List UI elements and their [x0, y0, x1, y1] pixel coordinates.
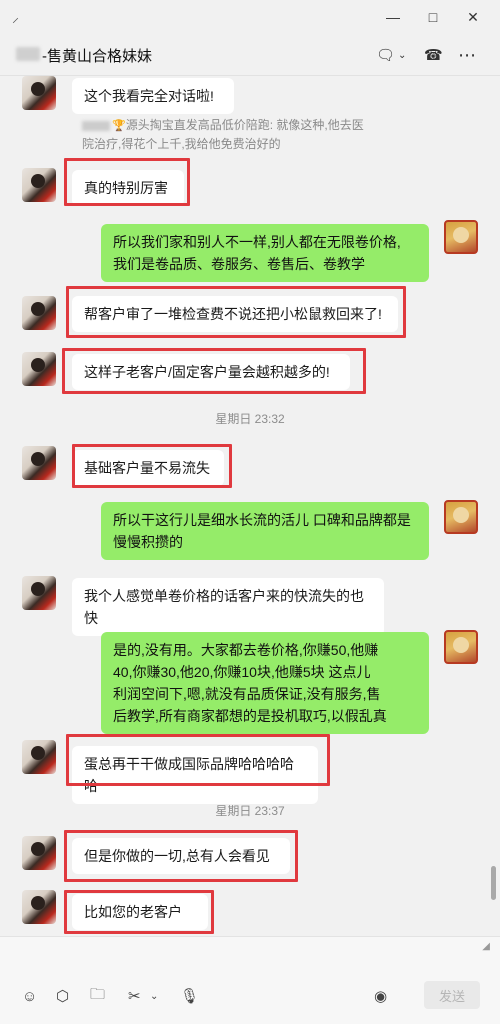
timestamp: 星期日 23:32: [215, 412, 285, 426]
avatar[interactable]: [22, 576, 56, 610]
chevron-down-icon[interactable]: ⌄: [150, 985, 158, 1007]
message-bubble[interactable]: 所以我们家和别人不一样,别人都在无限卷价格, 我们是卷品质、卷服务、卷售后、卷教…: [101, 224, 429, 282]
minimize-icon[interactable]: —: [380, 5, 406, 29]
avatar[interactable]: [22, 76, 56, 110]
close-icon[interactable]: ✕: [460, 5, 486, 29]
phone-icon[interactable]: ☎: [424, 44, 443, 66]
quote-line-1: 源头掏宝直发高品低价陪跑: 就像这种,他去医: [125, 118, 364, 132]
emoji-icon[interactable]: ☺: [22, 985, 37, 1007]
message-bubble[interactable]: 基础客户量不易流失: [72, 450, 224, 486]
message-bubble[interactable]: 帮客户审了一堆检查费不说还把小松鼠救回来了!: [72, 296, 398, 332]
avatar[interactable]: [444, 220, 478, 254]
send-button[interactable]: 发送: [424, 981, 480, 1009]
message-bubble[interactable]: 我个人感觉单卷价格的话客户来的快流失的也快: [72, 578, 384, 636]
microphone-icon[interactable]: 🎙: [180, 985, 199, 1007]
message-bubble[interactable]: 这个我看完全对话啦!: [72, 78, 234, 114]
quote-avatar-blur: [82, 120, 110, 131]
avatar[interactable]: [22, 446, 56, 480]
folder-icon[interactable]: 🗀: [90, 985, 105, 1007]
message-input-area[interactable]: ◢ ☺ ⬡ 🗀 ✂ ⌄ 🎙 ◉ 发送: [0, 936, 500, 1024]
chat-icon[interactable]: 🗨: [376, 44, 395, 66]
resize-grip-icon[interactable]: ◢: [482, 941, 490, 952]
timestamp: 星期日 23:37: [215, 804, 285, 818]
trophy-icon: 🏆: [112, 120, 126, 132]
chevron-down-icon[interactable]: ⌄: [398, 44, 406, 66]
avatar[interactable]: [444, 630, 478, 664]
quote-line-2: 院治疗,得花个上千,我给他免费治好的: [82, 137, 281, 151]
more-icon[interactable]: ⋯: [458, 44, 477, 66]
avatar[interactable]: [22, 740, 56, 774]
message-bubble[interactable]: 真的特别厉害: [72, 170, 184, 206]
maximize-icon[interactable]: □: [420, 5, 446, 29]
pin-icon[interactable]: ⸝: [12, 8, 19, 27]
message-bubble[interactable]: 是的,没有用。大家都去卷价格,你赚50,他赚 40,你赚30,他20,你赚10块…: [101, 632, 429, 734]
message-bubble[interactable]: 这样子老客户/固定客户量会越积越多的!: [72, 354, 350, 390]
avatar[interactable]: [22, 296, 56, 330]
avatar[interactable]: [22, 168, 56, 202]
avatar[interactable]: [22, 836, 56, 870]
box-icon[interactable]: ⬡: [56, 985, 69, 1007]
chat-header: -售黄山合格妹妹 🗨 ⌄ ☎ ⋯: [0, 34, 500, 76]
voice-call-icon[interactable]: ◉: [374, 985, 387, 1007]
avatar[interactable]: [22, 352, 56, 386]
chat-title: -售黄山合格妹妹: [42, 48, 152, 65]
avatar[interactable]: [22, 890, 56, 924]
message-bubble[interactable]: 比如您的老客户: [72, 894, 208, 930]
quoted-message[interactable]: 🏆源头掏宝直发高品低价陪跑: 就像这种,他去医 院治疗,得花个上千,我给他免费治…: [82, 116, 382, 153]
blurred-name: [16, 47, 40, 61]
avatar[interactable]: [444, 500, 478, 534]
message-bubble[interactable]: 蛋总再干干做成国际品牌哈哈哈哈哈: [72, 746, 318, 804]
window-titlebar: ⸝ — □ ✕: [0, 0, 500, 34]
scrollbar-thumb[interactable]: [491, 866, 496, 900]
message-bubble[interactable]: 所以干这行儿是细水长流的活儿 口碑和品牌都是 慢慢积攒的: [101, 502, 429, 560]
message-list[interactable]: 这个我看完全对话啦! 🏆源头掏宝直发高品低价陪跑: 就像这种,他去医 院治疗,得…: [0, 76, 500, 936]
message-bubble[interactable]: 但是你做的一切,总有人会看见: [72, 838, 290, 874]
scissors-icon[interactable]: ✂: [128, 985, 141, 1007]
